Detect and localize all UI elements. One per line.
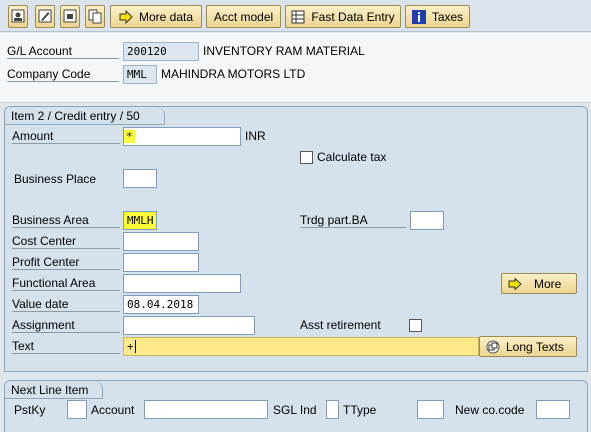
ttype-label: TType [343,403,377,417]
copy-icon [88,9,102,24]
document-icon [63,9,77,23]
acct-model-label: Acct model [213,9,274,24]
long-text-icon [486,340,500,354]
info-icon [411,9,426,24]
application-toolbar: More data Acct model Fast Data Entry Tax… [0,0,591,32]
document-button[interactable] [60,5,80,28]
amount-field[interactable]: * [123,127,241,146]
edit-icon [38,9,52,23]
functional-area-label: Functional Area [12,276,120,291]
text-value: + [127,340,134,353]
gl-account-label: G/L Account [7,44,119,59]
cost-center-label: Cost Center [12,234,120,249]
calculate-tax-label: Calculate tax [317,150,387,164]
assignment-label: Assignment [12,318,120,333]
cost-center-field[interactable] [123,232,199,251]
more-data-button[interactable]: More data [110,5,202,28]
business-area-label: Business Area [12,213,120,228]
acct-model-button[interactable]: Acct model [206,5,281,28]
sgl-ind-field[interactable] [326,400,339,419]
profit-center-label: Profit Center [12,255,120,270]
business-place-label: Business Place [14,172,97,186]
taxes-button[interactable]: Taxes [405,5,470,28]
ttype-field[interactable] [417,400,444,419]
arrow-right-icon [119,9,133,24]
account-field[interactable] [144,400,268,419]
display-icon [11,9,25,23]
new-co-code-label: New co.code [455,403,525,417]
pstky-field[interactable] [67,400,87,419]
amount-label: Amount [12,129,120,144]
amount-value: * [124,130,135,143]
arrow-right-icon [508,277,522,290]
company-code-field[interactable]: MML [123,65,157,84]
document-header: G/L Account 200120 INVENTORY RAM MATERIA… [0,33,591,103]
more-label: More [534,276,562,291]
new-co-code-field[interactable] [536,400,570,419]
account-label: Account [91,403,135,417]
sgl-ind-label: SGL Ind [273,403,317,417]
fast-data-entry-button[interactable]: Fast Data Entry [285,5,401,28]
currency-label: INR [245,129,266,143]
value-date-label: Value date [12,297,120,312]
next-line-item-title: Next Line Item [5,381,103,399]
profit-center-field[interactable] [123,253,199,272]
long-texts-label: Long Texts [506,339,564,354]
copy-button[interactable] [85,5,105,28]
company-code-label: Company Code [7,67,119,82]
functional-area-field[interactable] [123,274,241,293]
text-field[interactable]: + [123,337,479,356]
display-button[interactable] [8,5,28,28]
asst-retirement-label: Asst retirement [300,318,381,332]
value-date-field[interactable]: 08.04.2018 [123,295,199,314]
long-texts-button[interactable]: Long Texts [479,336,577,357]
asst-retirement-checkbox[interactable] [409,319,422,332]
gl-account-description: INVENTORY RAM MATERIAL [203,44,365,58]
trdg-part-ba-label: Trdg part.BA [300,213,406,228]
business-place-field[interactable] [123,169,157,188]
assignment-field[interactable] [123,316,255,335]
calculate-tax-checkbox[interactable] [300,151,313,164]
gl-account-field[interactable]: 200120 [123,42,199,61]
business-area-field[interactable]: MMLH [123,211,157,230]
pstky-label: PstKy [14,403,46,417]
edit-button[interactable] [35,5,55,28]
taxes-label: Taxes [431,9,464,24]
grid-icon [291,10,305,24]
trdg-part-ba-field[interactable] [410,211,444,230]
more-data-label: More data [138,9,194,24]
text-label: Text [12,339,120,354]
more-button[interactable]: More [501,273,577,294]
fast-data-entry-label: Fast Data Entry [311,9,395,24]
item-group-title: Item 2 / Credit entry / 50 [5,107,165,125]
company-code-description: MAHINDRA MOTORS LTD [161,67,306,81]
